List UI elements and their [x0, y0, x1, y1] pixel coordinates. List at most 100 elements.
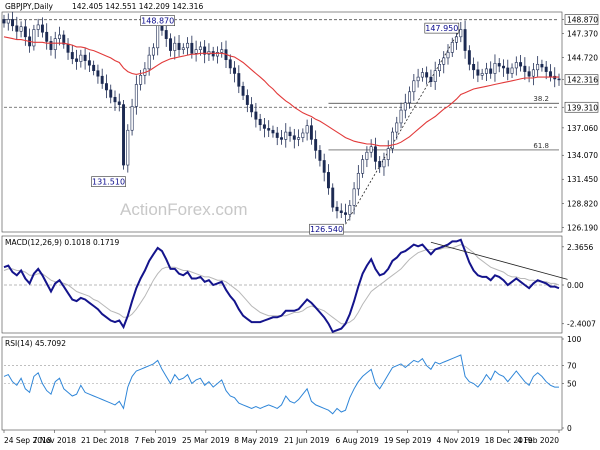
candle-body	[331, 187, 335, 208]
candle-body	[271, 129, 275, 134]
candle-body	[156, 24, 160, 49]
candle-body	[548, 71, 552, 77]
candle-body	[395, 122, 399, 133]
candle-body	[284, 131, 288, 140]
candle-body	[386, 148, 390, 160]
candle-body	[523, 65, 527, 72]
candle-body	[318, 150, 322, 161]
candle-body	[241, 85, 245, 96]
price-annotation-label: 126.540	[310, 225, 343, 234]
candle-body	[288, 131, 292, 137]
candle-body	[40, 24, 44, 33]
x-axis-label: 21 Dec 2018	[81, 436, 129, 445]
price-annotation-label: 131.510	[92, 178, 125, 187]
candle-body	[514, 62, 518, 69]
candle-body	[489, 68, 493, 74]
candle-body	[250, 104, 254, 113]
candle-body	[378, 161, 382, 168]
candle-body	[403, 102, 407, 111]
candle-body	[151, 47, 155, 56]
candle-body	[412, 80, 416, 93]
candle-body	[433, 70, 437, 82]
price-axis-label: 131.450	[567, 175, 598, 184]
candle-body	[510, 67, 514, 74]
candle-body	[83, 54, 87, 61]
candle-body	[198, 46, 202, 50]
fib-level-label: 61.8	[533, 142, 549, 150]
chart-ohlc: 142.405 142.551 142.209 142.316	[72, 2, 203, 11]
candle-body	[450, 42, 454, 53]
candle-body	[70, 52, 74, 60]
candle-body	[292, 135, 296, 140]
fib-level-label: 38.2	[533, 95, 549, 103]
candle-body	[531, 69, 535, 77]
rsi-title: RSI(14) 45.7092	[5, 339, 66, 348]
candle-body	[472, 63, 476, 71]
price-axis-label: 126.190	[567, 223, 598, 232]
macd-panel-frame	[1, 235, 563, 334]
price-axis-label: 128.820	[567, 199, 598, 208]
watermark: ActionForex.com	[120, 200, 248, 219]
candle-body	[66, 43, 70, 53]
rsi-axis-label: 50	[567, 380, 577, 389]
price-axis-label: 134.070	[567, 151, 598, 160]
x-axis-label: 4 Nov 2019	[436, 436, 479, 445]
candle-body	[437, 63, 441, 72]
candle-body	[113, 96, 117, 103]
candle-body	[100, 75, 104, 84]
candle-body	[254, 111, 258, 120]
candle-body	[186, 42, 190, 49]
candle-body	[190, 42, 194, 54]
candle-body	[53, 38, 57, 50]
candle-body	[442, 57, 446, 65]
chart-symbol: GBPJPY,Daily	[5, 2, 54, 11]
candle-body	[245, 95, 249, 105]
candle-body	[519, 62, 523, 67]
candle-body	[32, 29, 36, 47]
candle-body	[382, 159, 386, 168]
candle-body	[79, 54, 83, 62]
candle-body	[45, 31, 49, 42]
candle-body	[11, 19, 15, 27]
chart-canvas: GBPJPY,Daily 142.405 142.551 142.209 142…	[1, 2, 599, 445]
candle-body	[126, 129, 130, 166]
candle-body	[476, 69, 480, 76]
price-annotation: 126.540	[309, 223, 344, 235]
candle-body	[399, 109, 403, 124]
x-axis-label: 7 Nov 2018	[33, 436, 76, 445]
candle-body	[352, 188, 356, 206]
candle-body	[194, 49, 198, 54]
candlestick	[126, 124, 130, 173]
candle-body	[177, 42, 181, 50]
candle-body	[87, 60, 91, 66]
price-annotation-label: 148.870	[141, 17, 174, 26]
candle-body	[480, 73, 484, 76]
candle-body	[130, 106, 134, 131]
candle-body	[339, 210, 343, 213]
candle-body	[173, 42, 177, 51]
candle-body	[335, 206, 339, 212]
candle-body	[463, 29, 467, 51]
candle-body	[15, 25, 19, 32]
price-axis-label: 148.870	[567, 16, 598, 25]
candle-body	[416, 76, 420, 82]
x-axis-label: 21 Jun 2019	[284, 436, 329, 445]
candle-body	[484, 68, 488, 74]
price-annotation: 131.510	[91, 176, 126, 187]
candle-body	[365, 151, 369, 160]
price-annotation: 147.950	[424, 22, 460, 34]
candle-body	[181, 47, 185, 50]
candle-body	[369, 146, 373, 153]
candle-body	[322, 160, 326, 173]
candle-body	[19, 26, 23, 32]
candle-body	[36, 24, 40, 30]
candle-body	[92, 64, 96, 72]
x-axis-label: 6 Aug 2019	[336, 436, 379, 445]
candle-body	[497, 63, 501, 67]
candle-body	[301, 132, 305, 138]
macd-axis-label: 2.3656	[567, 243, 593, 252]
candle-body	[275, 132, 279, 138]
candle-body	[139, 74, 143, 85]
candle-body	[467, 50, 471, 65]
x-axis-label: 4 Feb 2020	[517, 436, 559, 445]
